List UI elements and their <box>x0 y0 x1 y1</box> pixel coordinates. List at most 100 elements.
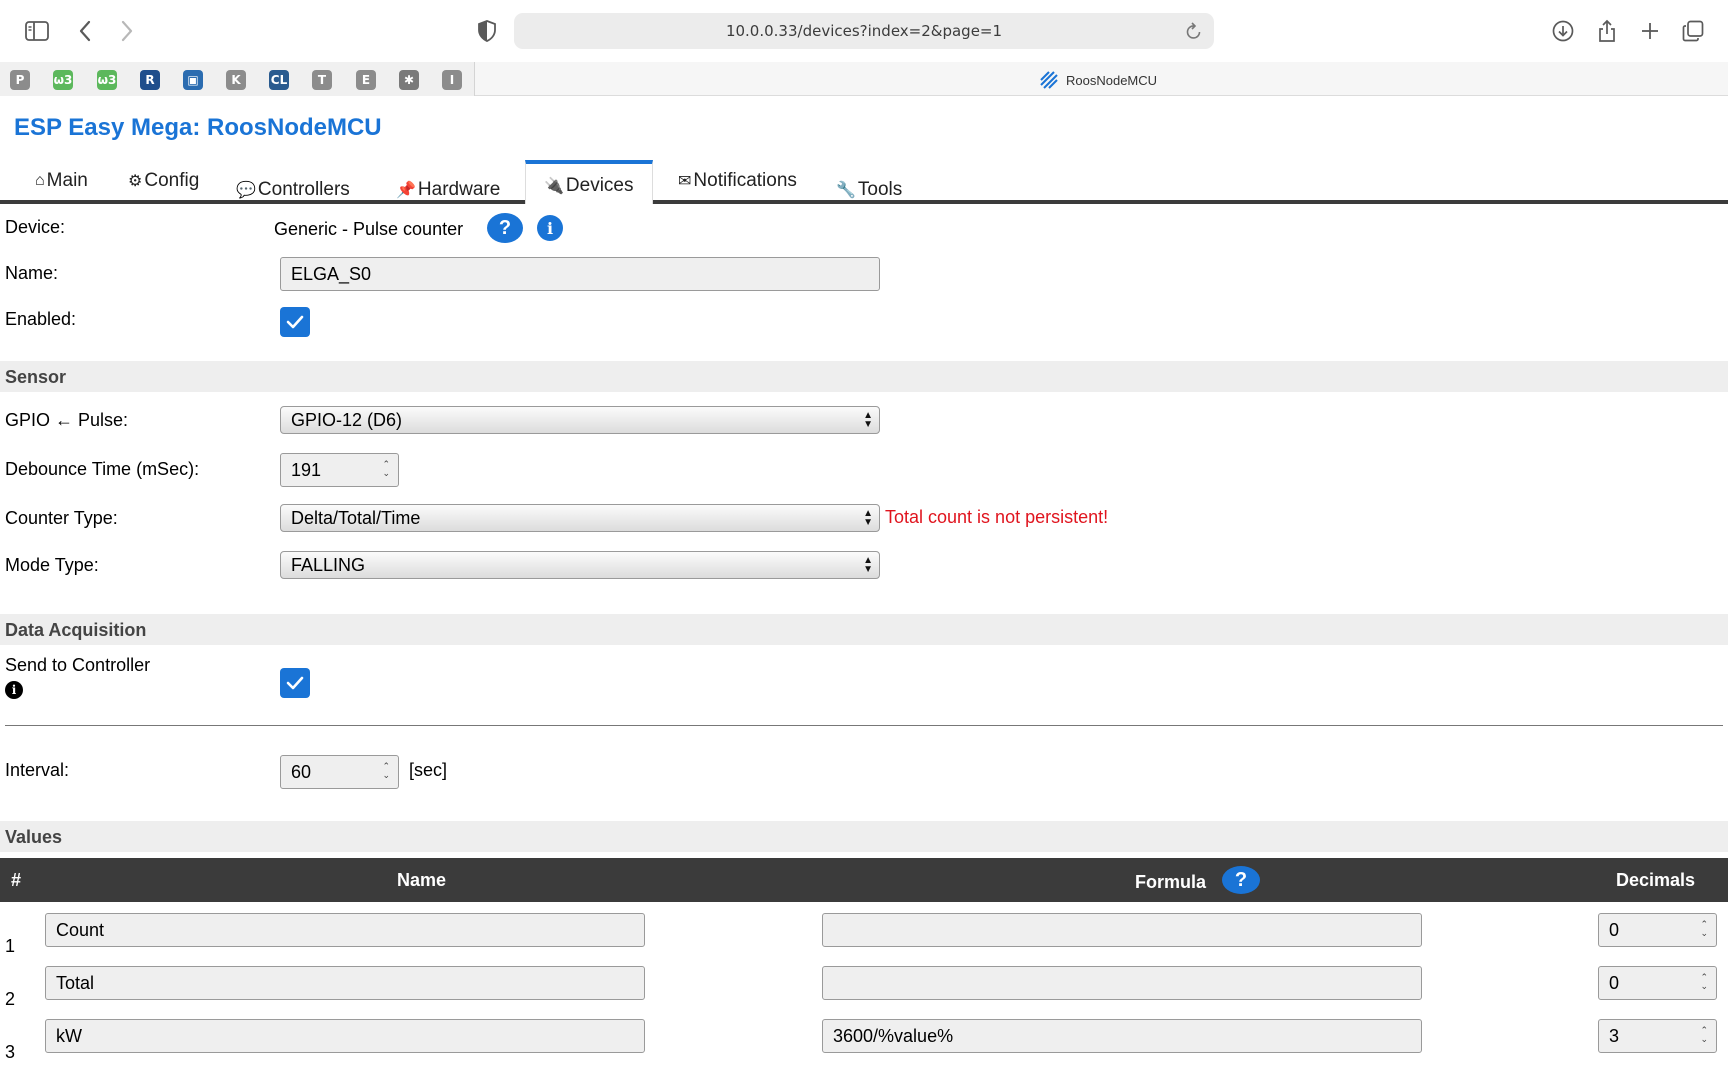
envelope-icon: ✉ <box>678 173 692 190</box>
device-info-icon[interactable]: i <box>537 215 563 241</box>
tab-main[interactable]: ⌂ Main <box>17 162 106 200</box>
favorite-item[interactable]: P <box>10 70 30 90</box>
spinner-icon[interactable]: ⌃ ⌄ <box>382 762 390 780</box>
row-2-num: 2 <box>5 989 16 1009</box>
tab-devices[interactable]: 🔌 Devices <box>525 160 653 204</box>
tab-hardware[interactable]: 📌 Hardware <box>378 171 518 209</box>
address-bar[interactable]: 10.0.0.33/devices?index=2&page=1 <box>514 13 1214 49</box>
counter-type-value: Delta/Total/Time <box>291 508 421 528</box>
gpio-select[interactable]: GPIO-12 (D6) ▲ ▼ <box>280 406 880 434</box>
row-3-decimals-input[interactable]: 3 ⌃ ⌄ <box>1598 1019 1717 1053</box>
gpio-label: GPIO ← Pulse: <box>5 410 129 430</box>
share-icon[interactable] <box>1590 14 1624 48</box>
back-icon[interactable] <box>68 14 102 48</box>
tab-config-label: Config <box>144 170 200 191</box>
row-3-num: 3 <box>5 1042 16 1062</box>
home-icon: ⌂ <box>35 172 45 189</box>
mode-type-label: Mode Type: <box>5 555 99 575</box>
col-name-header: Name <box>397 870 447 890</box>
row-1-decimals-value: 0 <box>1609 920 1620 940</box>
debounce-label: Debounce Time (mSec): <box>5 459 200 479</box>
interval-value: 60 <box>291 762 312 782</box>
favorite-item[interactable]: I <box>442 70 462 90</box>
row-3-formula-input[interactable]: 3600/%value% <box>822 1019 1422 1053</box>
browser-toolbar: 10.0.0.33/devices?index=2&page=1 <box>0 0 1728 62</box>
favorite-item[interactable]: K <box>226 70 246 90</box>
favorite-item[interactable]: CL <box>269 70 289 90</box>
row-1-formula-input[interactable] <box>822 913 1422 947</box>
spinner-icon[interactable]: ⌃ ⌄ <box>382 460 390 478</box>
row-2-decimals-input[interactable]: 0 ⌃ ⌄ <box>1598 966 1717 1000</box>
favorite-item[interactable]: E <box>356 70 376 90</box>
active-tab[interactable]: RoosNodeMCU <box>1040 71 1157 89</box>
counter-type-label: Counter Type: <box>5 508 118 528</box>
reload-icon[interactable] <box>1186 22 1202 45</box>
favorites-bar: Pω3 ω3 R ▣ K CL T E ✱ I RoosNodeMCU <box>0 62 1728 96</box>
mode-type-select[interactable]: FALLING ▲ ▼ <box>280 551 880 579</box>
device-label: Device: <box>5 217 66 237</box>
divider <box>5 725 1723 726</box>
download-icon[interactable] <box>1546 14 1580 48</box>
favorite-item[interactable]: ω3 <box>97 70 117 90</box>
name-input[interactable]: ELGA_S0 <box>280 257 880 291</box>
col-formula-header: Formula <box>1135 872 1207 892</box>
row-2-formula-input[interactable] <box>822 966 1422 1000</box>
favorite-item[interactable]: R <box>140 70 160 90</box>
tab-notifications[interactable]: ✉ Notifications <box>660 162 815 200</box>
gpio-select-value: GPIO-12 (D6) <box>291 410 403 430</box>
favorite-item[interactable]: ω3 <box>53 70 73 90</box>
formula-help-icon[interactable]: ? <box>1222 866 1260 894</box>
spinner-icon[interactable]: ⌃ ⌄ <box>1700 1026 1708 1044</box>
row-1-decimals-input[interactable]: 0 ⌃ ⌄ <box>1598 913 1717 947</box>
gear-icon: ⚙ <box>128 173 143 190</box>
favorite-item[interactable]: T <box>312 70 332 90</box>
speech-bubble-icon: 💬 <box>236 182 256 199</box>
debounce-input[interactable]: 191 ⌃ ⌄ <box>280 453 399 487</box>
values-table-header: # Name Formula ? Decimals <box>0 858 1728 902</box>
interval-unit: [sec] <box>409 760 448 780</box>
spinner-icon[interactable]: ⌃ ⌄ <box>1700 920 1708 938</box>
row-3-decimals-value: 3 <box>1609 1026 1620 1046</box>
device-value: Generic - Pulse counter <box>274 219 464 239</box>
select-arrows-icon: ▲ ▼ <box>863 508 873 528</box>
tab-devices-label: Devices <box>565 175 634 196</box>
enabled-checkbox[interactable] <box>280 307 310 337</box>
counter-type-select[interactable]: Delta/Total/Time ▲ ▼ <box>280 504 880 532</box>
new-tab-icon[interactable] <box>1633 14 1667 48</box>
send-to-controller-info-icon[interactable]: i <box>5 681 23 699</box>
name-label: Name: <box>5 263 59 283</box>
tab-tools[interactable]: 🔧 Tools <box>818 171 920 209</box>
main-menu: ⌂ Main ⚙ Config 💬 Controllers 📌 Hardware 🔌 De… <box>0 160 1728 204</box>
tab-config[interactable]: ⚙ Config <box>110 162 217 200</box>
row-1-name-input[interactable]: Count <box>45 913 645 947</box>
select-arrows-icon: ▲ ▼ <box>863 555 873 575</box>
forward-icon[interactable] <box>110 14 144 48</box>
spinner-icon[interactable]: ⌃ ⌄ <box>1700 973 1708 991</box>
tab-main-label: Main <box>46 170 88 191</box>
url-text: 10.0.0.33/devices?index=2&page=1 <box>725 22 1003 40</box>
select-arrows-icon: ▲ ▼ <box>863 410 873 430</box>
send-to-controller-checkbox[interactable] <box>280 668 310 698</box>
espeasy-logo-icon <box>1040 71 1058 89</box>
device-help-icon[interactable]: ? <box>487 213 523 243</box>
sidebar-toggle-icon[interactable] <box>20 14 54 48</box>
page-title: ESP Easy Mega: RoosNodeMCU <box>14 114 382 141</box>
tab-tools-label: Tools <box>857 179 903 200</box>
row-3-name-input[interactable]: kW <box>45 1019 645 1053</box>
privacy-shield-icon[interactable] <box>470 14 504 48</box>
row-2-name-input[interactable]: Total <box>45 966 645 1000</box>
sensor-section-header: Sensor <box>0 361 1728 392</box>
counter-warning: Total count is not persistent! <box>885 507 1109 527</box>
debounce-value: 191 <box>291 460 322 480</box>
favorite-item[interactable]: ▣ <box>183 70 203 90</box>
checkmark-icon <box>286 676 304 690</box>
favorite-item[interactable]: ✱ <box>399 70 419 90</box>
interval-input[interactable]: 60 ⌃ ⌄ <box>280 755 399 789</box>
sensor-section-title: Sensor <box>5 367 67 387</box>
checkmark-icon <box>286 315 304 329</box>
tab-notifications-label: Notifications <box>693 170 797 191</box>
row-1-num: 1 <box>5 936 16 956</box>
tab-overview-icon[interactable] <box>1676 14 1710 48</box>
col-num-header: # <box>11 870 22 890</box>
tab-controllers[interactable]: 💬 Controllers <box>218 171 368 209</box>
